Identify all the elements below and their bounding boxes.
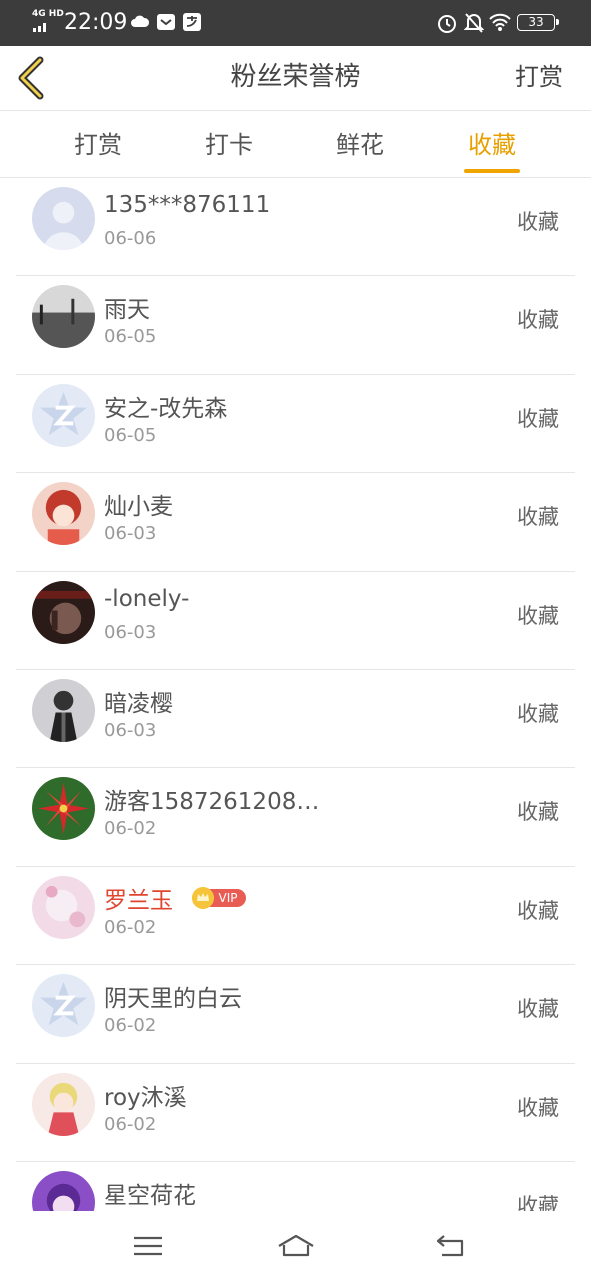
reward-button[interactable]: 打赏 [515, 46, 563, 108]
status-bar: 4G HD 22:09 33 [0, 0, 591, 46]
date: 06-02 [104, 916, 157, 938]
date: 06-05 [104, 326, 157, 348]
fan-list: 135***876111 06-06 收藏 雨天 06-05 收藏 安之-改先森… [0, 178, 591, 1211]
photo-avatar [32, 580, 95, 644]
action-label: 收藏 [517, 800, 559, 825]
action-label: 收藏 [517, 898, 559, 923]
user-name: -lonely- [104, 585, 190, 612]
pay-icon [183, 13, 201, 31]
user-name: 星空荷花 [104, 1182, 196, 1209]
action-label: 收藏 [517, 406, 559, 431]
list-item[interactable]: 135***876111 06-06 收藏 [16, 178, 575, 277]
vip-badge: VIP [192, 886, 246, 909]
user-name: 罗兰玉 [104, 887, 173, 914]
list-item[interactable]: roy沐溪 06-02 收藏 [16, 1064, 575, 1162]
anime-avatar [32, 1072, 95, 1136]
user-name: 暗凌樱 [104, 690, 173, 717]
date: 06-03 [104, 523, 157, 545]
date: 06-03 [104, 719, 157, 741]
date: 06-06 [104, 228, 157, 249]
tab-bar: 打赏 打卡 鲜花 收藏 [0, 111, 591, 178]
tab-flowers[interactable]: 鲜花 [320, 111, 400, 177]
flower-avatar [32, 777, 95, 841]
list-item[interactable]: 星空荷花 06-02 收藏 [16, 1162, 575, 1211]
list-item[interactable]: 安之-改先森 06-05 收藏 [16, 375, 575, 474]
wifi-icon [489, 13, 511, 31]
action-label: 收藏 [517, 210, 559, 234]
list-item[interactable]: 阴天里的白云 06-02 收藏 [16, 965, 575, 1064]
default-logo-avatar [32, 383, 95, 447]
list-item[interactable]: 雨天 06-05 收藏 [16, 276, 575, 375]
date: 06-02 [104, 1015, 157, 1037]
list-item[interactable]: 灿小麦 06-03 收藏 [16, 473, 575, 572]
user-name: 游客1587261208… [104, 789, 320, 816]
action-label: 收藏 [517, 701, 559, 726]
action-label: 收藏 [517, 505, 559, 530]
date: 06-05 [104, 424, 157, 446]
photo-avatar [32, 678, 95, 742]
battery-icon: 33 [517, 14, 559, 31]
anime-avatar [32, 875, 95, 939]
list-item[interactable]: 游客1587261208… 06-02 收藏 [16, 768, 575, 867]
user-name: 灿小麦 [104, 494, 173, 521]
mute-bell-icon [464, 13, 484, 33]
date: 06-03 [104, 621, 157, 643]
photo-avatar [32, 285, 95, 349]
action-label: 收藏 [517, 997, 559, 1022]
tab-favorites[interactable]: 收藏 [452, 111, 532, 177]
list-item[interactable]: 暗凌樱 06-03 收藏 [16, 670, 575, 769]
system-nav-bar [0, 1211, 591, 1280]
active-tab-indicator [464, 169, 520, 173]
user-name: 135***876111 [104, 192, 271, 218]
alarm-icon [438, 15, 456, 33]
anime-avatar [32, 482, 95, 546]
user-name: 安之-改先森 [104, 395, 228, 422]
user-name: 雨天 [104, 297, 150, 324]
date: 06-02 [104, 1113, 157, 1135]
action-label: 收藏 [517, 1095, 559, 1120]
tab-reward[interactable]: 打赏 [58, 111, 138, 177]
mail-icon [157, 14, 175, 30]
list-item[interactable]: -lonely- 06-03 收藏 [16, 572, 575, 670]
page-title: 粉丝荣誉榜 [230, 62, 361, 92]
action-label: 收藏 [517, 308, 559, 333]
tab-checkin[interactable]: 打卡 [189, 111, 269, 177]
home-icon[interactable] [276, 1229, 316, 1263]
action-label: 收藏 [517, 1193, 559, 1211]
back-icon[interactable] [430, 1229, 470, 1263]
network-type: 4G HD [32, 9, 64, 19]
date: 06-02 [104, 818, 157, 840]
signal-icon [33, 23, 46, 32]
default-logo-avatar [32, 974, 95, 1038]
cloud-icon [131, 15, 150, 27]
anime-avatar [32, 1170, 95, 1211]
user-name: roy沐溪 [104, 1084, 187, 1111]
list-item[interactable]: 罗兰玉 VIP 06-02 收藏 [16, 867, 575, 966]
action-label: 收藏 [517, 603, 559, 628]
clock: 22:09 [64, 10, 128, 35]
crown-icon [192, 886, 214, 909]
menu-icon[interactable] [128, 1229, 168, 1263]
default-user-avatar [32, 187, 95, 250]
user-name: 阴天里的白云 [104, 986, 242, 1013]
header: 粉丝荣誉榜 打赏 [0, 46, 591, 111]
